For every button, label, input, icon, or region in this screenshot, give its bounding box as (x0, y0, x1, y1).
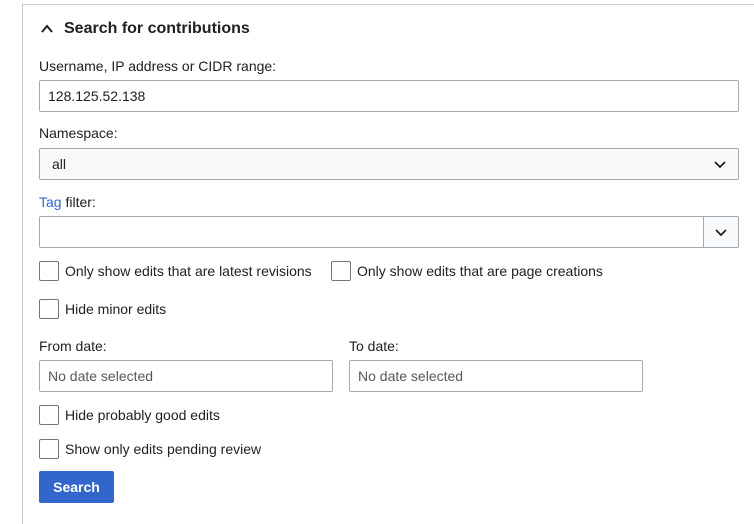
page-creations-option[interactable]: Only show edits that are page creations (331, 260, 603, 282)
latest-revisions-checkbox[interactable] (39, 261, 59, 281)
search-section-header[interactable]: Search for contributions (40, 18, 250, 40)
pending-review-checkbox[interactable] (39, 439, 59, 459)
tag-filter-label: Tag filter: (39, 194, 96, 210)
latest-revisions-option[interactable]: Only show edits that are latest revision… (39, 260, 312, 282)
hide-minor-checkbox[interactable] (39, 299, 59, 319)
tag-filter-dropdown-button[interactable] (703, 217, 738, 247)
hide-good-edits-option[interactable]: Hide probably good edits (39, 404, 220, 426)
pending-review-option[interactable]: Show only edits pending review (39, 438, 261, 460)
to-date-input[interactable] (358, 368, 634, 384)
namespace-select[interactable]: all (39, 148, 739, 180)
search-button[interactable]: Search (39, 471, 114, 503)
page-creations-label: Only show edits that are page creations (357, 263, 603, 279)
tag-link[interactable]: Tag (39, 194, 62, 210)
tag-filter-input[interactable] (40, 217, 703, 247)
from-date-field[interactable] (39, 360, 333, 392)
username-input[interactable] (48, 88, 730, 104)
latest-revisions-label: Only show edits that are latest revision… (65, 263, 312, 279)
hide-good-edits-label: Hide probably good edits (65, 407, 220, 423)
username-label: Username, IP address or CIDR range: (39, 58, 277, 74)
namespace-label: Namespace: (39, 125, 118, 141)
username-field[interactable] (39, 80, 739, 112)
tag-filter-combobox[interactable] (39, 216, 739, 248)
chevron-down-icon (715, 229, 727, 237)
hide-minor-label: Hide minor edits (65, 301, 167, 317)
section-title: Search for contributions (64, 20, 250, 37)
page-creations-checkbox[interactable] (331, 261, 351, 281)
from-date-label: From date: (39, 338, 107, 354)
from-date-input[interactable] (48, 368, 324, 384)
hide-good-edits-checkbox[interactable] (39, 405, 59, 425)
chevron-down-icon (714, 161, 726, 169)
to-date-label: To date: (349, 338, 399, 354)
namespace-selected-value: all (52, 156, 67, 172)
pending-review-label: Show only edits pending review (65, 441, 262, 457)
chevron-up-icon (41, 24, 53, 33)
hide-minor-option[interactable]: Hide minor edits (39, 298, 166, 320)
tag-filter-label-suffix: filter: (61, 194, 96, 210)
to-date-field[interactable] (349, 360, 643, 392)
